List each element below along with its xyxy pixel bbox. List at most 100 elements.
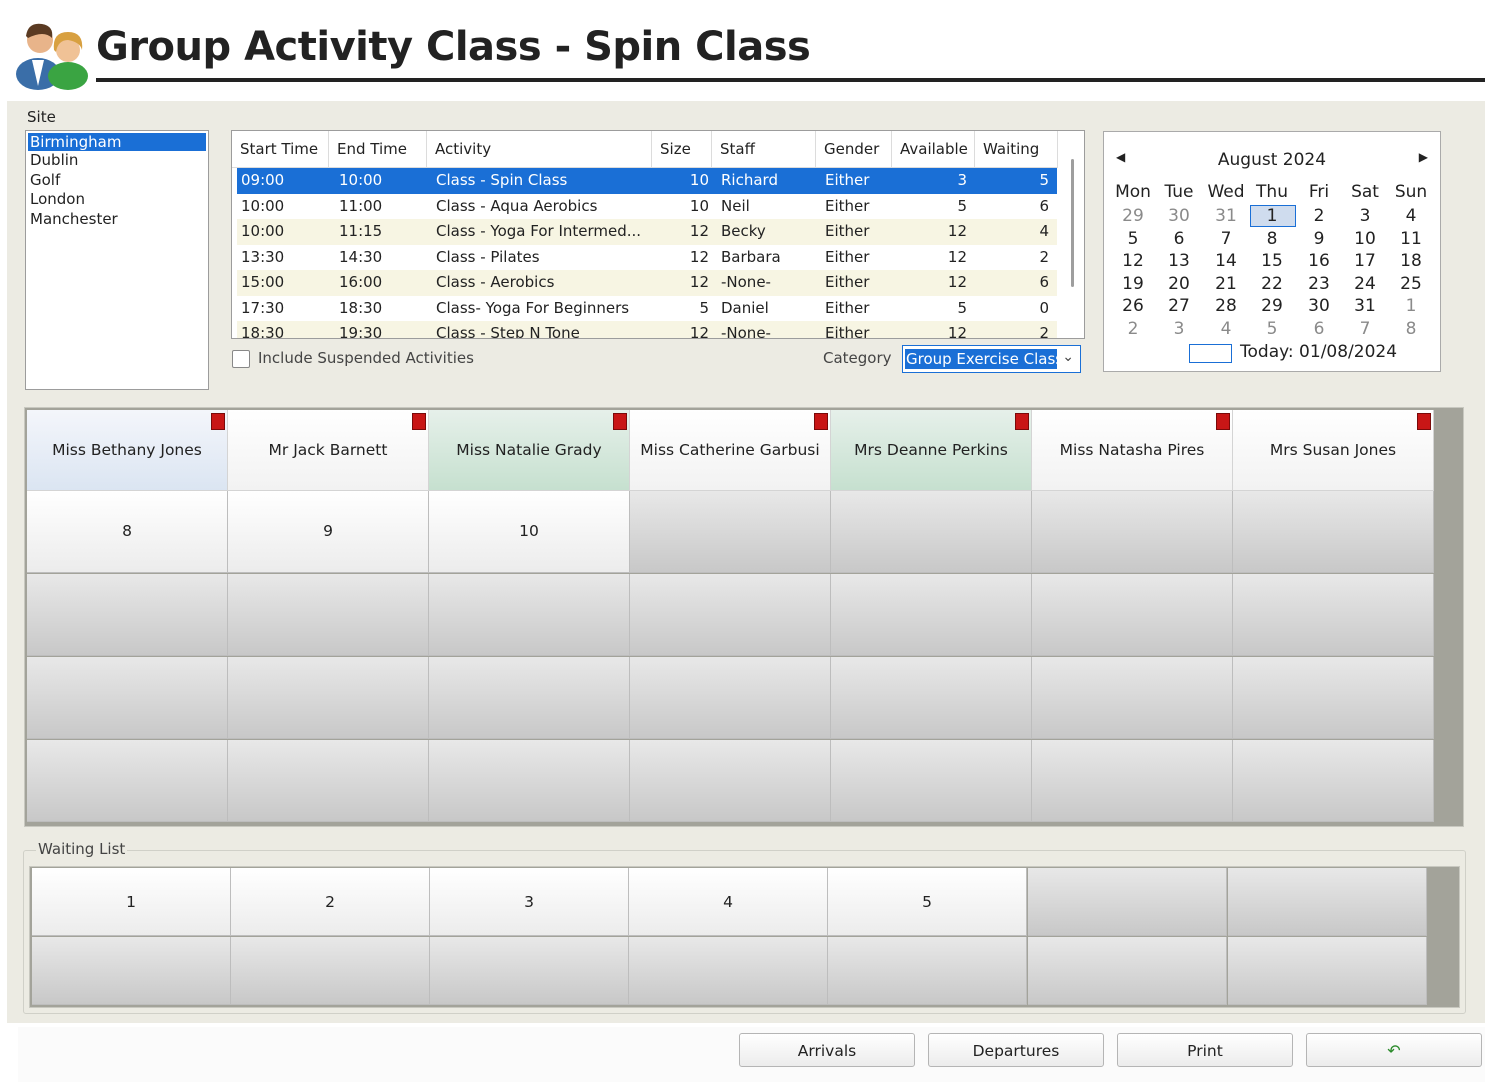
calendar-day[interactable]: 18: [1388, 250, 1434, 272]
site-item[interactable]: Dublin: [26, 151, 208, 171]
calendar-day[interactable]: 17: [1342, 250, 1388, 272]
attendee-slot[interactable]: 8: [27, 491, 228, 573]
attendee-slot[interactable]: [1032, 740, 1233, 822]
calendar-day[interactable]: 13: [1156, 250, 1202, 272]
site-list[interactable]: Birmingham Dublin Golf London Manchester: [25, 130, 209, 390]
attendee-slot[interactable]: [228, 657, 429, 739]
waiting-slot[interactable]: [1028, 868, 1227, 936]
waiting-slot[interactable]: [231, 937, 430, 1005]
calendar-day[interactable]: 6: [1296, 318, 1342, 340]
activity-row[interactable]: 13:30 14:30 Class - Pilates 12 Barbara Either…: [237, 245, 1057, 271]
attendee-slot[interactable]: [630, 491, 831, 573]
attendee-slot[interactable]: 10: [429, 491, 630, 573]
calendar-day[interactable]: 12: [1110, 250, 1156, 272]
activity-row[interactable]: 15:00 16:00 Class - Aerobics 12 -None- Either…: [237, 270, 1057, 296]
attendee-slot[interactable]: [831, 657, 1032, 739]
attendee-slot[interactable]: [1233, 574, 1434, 656]
calendar-day[interactable]: 9: [1296, 228, 1342, 250]
calendar-day[interactable]: 30: [1296, 295, 1342, 317]
calendar-day[interactable]: 10: [1342, 228, 1388, 250]
column-header[interactable]: Start Time: [232, 131, 329, 167]
calendar-day[interactable]: 8: [1249, 228, 1295, 250]
attendee-slot[interactable]: [429, 740, 630, 822]
attendee-slot[interactable]: [429, 574, 630, 656]
calendar-day[interactable]: 26: [1110, 295, 1156, 317]
column-header[interactable]: Size: [652, 131, 712, 167]
chevron-down-icon[interactable]: ⌄: [1062, 349, 1074, 365]
column-header[interactable]: Staff: [712, 131, 816, 167]
calendar-month-title[interactable]: August 2024: [1104, 150, 1440, 170]
site-item[interactable]: Golf: [26, 171, 208, 191]
arrivals-button[interactable]: Arrivals: [739, 1033, 915, 1067]
attendee-slot[interactable]: [630, 740, 831, 822]
attendee-slot[interactable]: [27, 740, 228, 822]
calendar-day[interactable]: 5: [1249, 318, 1295, 340]
activity-row[interactable]: 17:30 18:30 Class- Yoga For Beginners 5 Dani…: [237, 296, 1057, 322]
attendee-header[interactable]: Mrs Deanne Perkins: [831, 410, 1032, 491]
attendee-slot[interactable]: [228, 740, 429, 822]
attendee-slot[interactable]: [228, 574, 429, 656]
attendee-slot[interactable]: [831, 740, 1032, 822]
calendar-day[interactable]: 6: [1156, 228, 1202, 250]
activity-row[interactable]: 10:00 11:00 Class - Aqua Aerobics 10 Neil Eit…: [237, 194, 1057, 220]
column-header[interactable]: Waiting: [975, 131, 1058, 167]
month-calendar[interactable]: ◀ August 2024 ▶ Mon Tue Wed Thu Fri Sat Sun 29 3…: [1103, 131, 1441, 372]
activity-table[interactable]: Start Time End Time Activity Size Staff Gende…: [231, 130, 1085, 339]
calendar-day[interactable]: 4: [1388, 205, 1434, 227]
column-header[interactable]: End Time: [329, 131, 427, 167]
calendar-day[interactable]: 8: [1388, 318, 1434, 340]
site-item[interactable]: London: [26, 190, 208, 210]
attendee-slot[interactable]: 9: [228, 491, 429, 573]
attendee-header[interactable]: Mrs Susan Jones: [1233, 410, 1434, 491]
column-header[interactable]: Gender: [816, 131, 892, 167]
calendar-day[interactable]: 1: [1249, 205, 1295, 227]
attendee-header[interactable]: Miss Natalie Grady: [429, 410, 630, 491]
calendar-day[interactable]: 23: [1296, 273, 1342, 295]
next-month-icon[interactable]: ▶: [1419, 150, 1428, 164]
attendee-slot[interactable]: [1233, 657, 1434, 739]
include-suspended-checkbox[interactable]: [232, 350, 250, 368]
waiting-slot[interactable]: 4: [629, 868, 828, 936]
book-icon[interactable]: [613, 413, 627, 430]
attendee-header[interactable]: Miss Bethany Jones: [27, 410, 228, 491]
column-header[interactable]: Available: [892, 131, 975, 167]
activity-row[interactable]: 10:00 11:15 Class - Yoga For Intermed... 12…: [237, 219, 1057, 245]
activity-row[interactable]: 18:30 19:30 Class - Step N Tone 12 -None- Eit…: [237, 321, 1057, 338]
attendee-header[interactable]: Miss Natasha Pires: [1032, 410, 1233, 491]
departures-button[interactable]: Departures: [928, 1033, 1104, 1067]
attendee-header[interactable]: Miss Catherine Garbusi: [630, 410, 831, 491]
site-item[interactable]: Birmingham: [28, 133, 206, 151]
activity-row[interactable]: 09:00 10:00 Class - Spin Class 10 Richard Eit…: [237, 168, 1057, 194]
print-button[interactable]: Print: [1117, 1033, 1293, 1067]
calendar-day[interactable]: 22: [1249, 273, 1295, 295]
calendar-day[interactable]: 2: [1110, 318, 1156, 340]
attendee-slot[interactable]: [27, 574, 228, 656]
calendar-day[interactable]: 7: [1203, 228, 1249, 250]
calendar-today-link[interactable]: Today: 01/08/2024: [1240, 342, 1397, 362]
attendee-header[interactable]: Mr Jack Barnett: [228, 410, 429, 491]
calendar-day[interactable]: 24: [1342, 273, 1388, 295]
book-icon[interactable]: [1216, 413, 1230, 430]
attendee-slot[interactable]: [831, 491, 1032, 573]
attendee-slot[interactable]: [630, 657, 831, 739]
waiting-slot[interactable]: [629, 937, 828, 1005]
column-header[interactable]: Activity: [427, 131, 652, 167]
calendar-day[interactable]: 3: [1156, 318, 1202, 340]
calendar-day[interactable]: 29: [1249, 295, 1295, 317]
book-icon[interactable]: [814, 413, 828, 430]
waiting-slot[interactable]: 1: [32, 868, 231, 936]
calendar-day[interactable]: 31: [1342, 295, 1388, 317]
calendar-day[interactable]: 27: [1156, 295, 1202, 317]
activity-table-scrollbar[interactable]: [1071, 159, 1074, 287]
calendar-day[interactable]: 4: [1203, 318, 1249, 340]
calendar-day[interactable]: 29: [1110, 205, 1156, 227]
calendar-day[interactable]: 5: [1110, 228, 1156, 250]
calendar-day[interactable]: 21: [1203, 273, 1249, 295]
calendar-day[interactable]: 25: [1388, 273, 1434, 295]
attendee-slot[interactable]: [429, 657, 630, 739]
calendar-day[interactable]: 7: [1342, 318, 1388, 340]
book-icon[interactable]: [1417, 413, 1431, 430]
waiting-slot[interactable]: [1028, 937, 1227, 1005]
attendee-slot[interactable]: [27, 657, 228, 739]
calendar-day[interactable]: 15: [1249, 250, 1295, 272]
